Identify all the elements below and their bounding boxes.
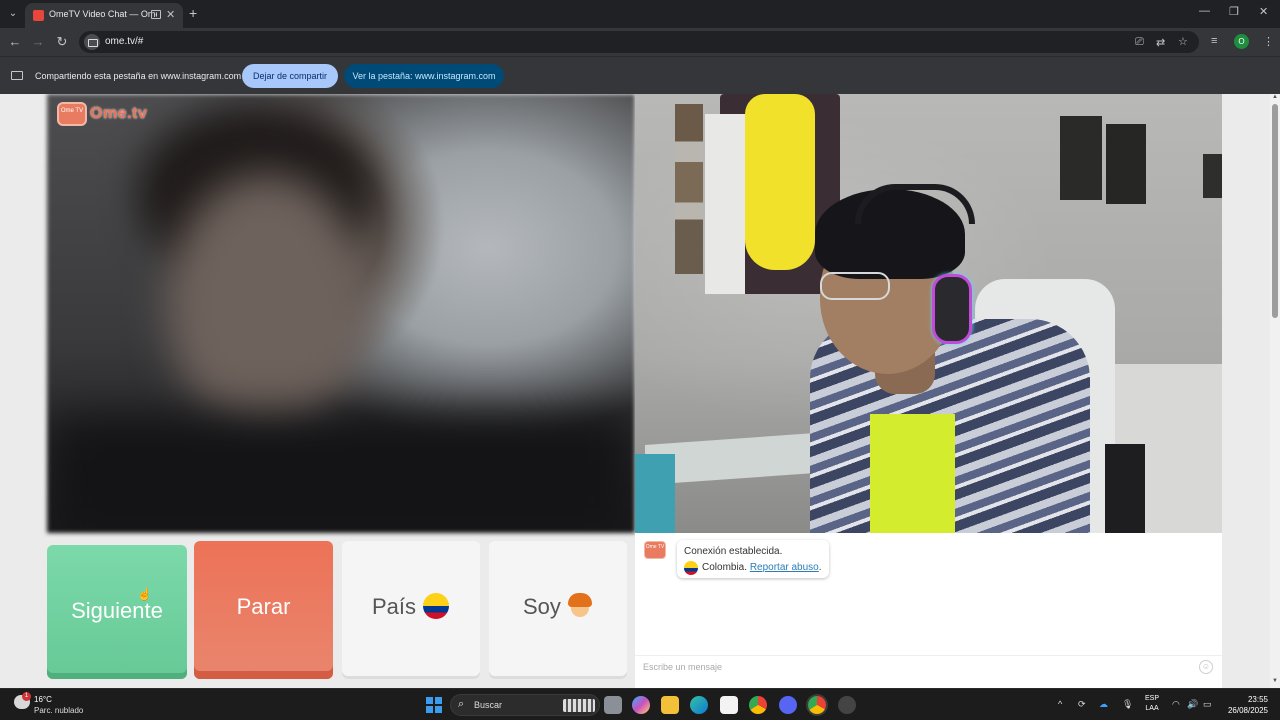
microphone-icon[interactable]: 🎙 <box>1122 699 1133 710</box>
browser-menu-icon[interactable]: ⋮ <box>1263 35 1274 48</box>
logo-wordmark: Ome.tv <box>90 105 148 122</box>
windows-taskbar: 1 16°C Parc. nublado ⌕ Buscar ^ ⟳ ☁ 🎙 ES… <box>0 688 1280 720</box>
message-input-area: ☺ <box>635 655 1222 678</box>
report-abuse-link[interactable]: Reportar abuso <box>750 562 819 573</box>
scrollbar-thumb[interactable] <box>1272 104 1278 318</box>
clock-time: 23:55 <box>1247 695 1268 704</box>
clock-date: 26/08/2025 <box>1227 706 1268 715</box>
profile-avatar[interactable]: O <box>1234 34 1249 49</box>
headphones <box>932 274 972 344</box>
stop-sharing-button[interactable]: Dejar de compartir <box>242 64 338 88</box>
chrome-icon[interactable] <box>749 696 767 714</box>
stranger-country: Colombia. <box>702 562 748 573</box>
microsoft-store-icon[interactable] <box>720 696 738 714</box>
scroll-down-icon[interactable]: ▼ <box>1272 678 1278 684</box>
gender-button-label: Soy <box>523 594 561 619</box>
media-controls-icon[interactable]: ≡ <box>1211 35 1217 47</box>
country-button[interactable]: País <box>342 541 480 679</box>
translate-icon[interactable]: ⇄ <box>1156 36 1165 49</box>
taskbar-search[interactable]: ⌕ Buscar <box>450 694 600 716</box>
sharing-message: Compartiendo esta pestaña en www.instagr… <box>35 71 242 81</box>
self-camera-video <box>635 94 1222 533</box>
scroll-up-icon[interactable]: ▲ <box>1272 94 1278 100</box>
search-highlight-icon <box>563 699 595 712</box>
tab-title: OmeTV Video Chat — Ome <box>49 9 157 19</box>
close-window-icon[interactable]: ✕ <box>1259 5 1268 18</box>
app-icon[interactable] <box>838 696 856 714</box>
ometv-favicon-icon <box>33 10 44 21</box>
copilot-icon[interactable] <box>632 696 650 714</box>
ometv-chat-avatar-icon: Ome TV <box>644 541 666 559</box>
system-message: Conexión establecida. Colombia. Reportar… <box>677 540 829 578</box>
browser-toolbar: ← → ↻ ome.tv/# ⎚ ⇄ ☆ ≡ O ⋮ <box>0 28 1280 56</box>
system-clock[interactable]: 23:55 26/08/2025 <box>1222 694 1268 716</box>
weather-temperature[interactable]: 16°C <box>34 695 52 704</box>
message-input[interactable] <box>635 656 1195 678</box>
forward-icon[interactable]: → <box>30 34 46 49</box>
site-info-icon[interactable] <box>84 34 100 50</box>
url-text[interactable]: ome.tv/# <box>105 36 143 47</box>
ometv-logo[interactable]: Ome TV Ome.tv <box>57 100 149 126</box>
view-shared-tab-button[interactable]: Ver la pestaña: www.instagram.com <box>344 64 504 88</box>
tab-close-icon[interactable]: ✕ <box>166 8 175 21</box>
start-windows-icon[interactable] <box>426 697 442 713</box>
task-view-icon[interactable] <box>604 696 622 714</box>
search-icon: ⌕ <box>458 698 465 710</box>
colombia-flag-icon <box>684 561 698 575</box>
browser-tab[interactable]: OmeTV Video Chat — Ome ✕ <box>25 3 183 28</box>
boy-face-icon <box>568 593 592 619</box>
bookmark-star-icon[interactable]: ☆ <box>1178 35 1188 48</box>
page-scrollbar[interactable]: ▲ ▼ <box>1270 94 1280 688</box>
maximize-icon[interactable]: ❐ <box>1229 5 1239 18</box>
next-button[interactable]: Siguiente <box>47 545 187 679</box>
colombia-flag-icon <box>423 593 449 619</box>
chrome-active-icon[interactable] <box>808 696 826 714</box>
next-button-label: Siguiente <box>71 598 163 623</box>
show-hidden-icons-icon[interactable]: ^ <box>1058 699 1062 709</box>
new-tab-icon[interactable]: + <box>189 5 197 21</box>
browser-tab-strip: ⌄ OmeTV Video Chat — Ome ✕ + — ❐ ✕ <box>0 0 1280 28</box>
mouse-cursor-icon: ☝ <box>137 587 152 601</box>
sync-icon[interactable]: ⟳ <box>1078 699 1086 710</box>
screen-share-icon <box>11 71 23 80</box>
gender-button[interactable]: Soy <box>489 541 627 679</box>
search-label: Buscar <box>474 700 503 710</box>
tab-sharing-icon <box>151 10 161 19</box>
file-explorer-icon[interactable] <box>661 696 679 714</box>
edge-icon[interactable] <box>690 696 708 714</box>
reload-icon[interactable]: ↻ <box>54 34 70 50</box>
country-button-label: País <box>372 594 417 619</box>
chat-panel: Ome TV Conexión establecida. Colombia. R… <box>635 533 1222 688</box>
onedrive-icon[interactable]: ☁ <box>1099 699 1108 710</box>
tab-sharing-infobar: Compartiendo esta pestaña en www.instagr… <box>0 56 1280 94</box>
ometv-page: Ome TV Ome.tv Siguiente Parar País Soy ☝… <box>0 94 1280 688</box>
tab-search-icon[interactable]: ⌄ <box>5 6 21 22</box>
connection-status: Conexión establecida. <box>684 546 783 557</box>
weather-badge: 1 <box>22 692 31 701</box>
battery-icon[interactable]: ▭ <box>1203 699 1212 710</box>
weather-description[interactable]: Parc. nublado <box>34 706 83 715</box>
volume-icon[interactable]: 🔊 <box>1187 699 1198 710</box>
back-icon[interactable]: ← <box>7 34 23 49</box>
wifi-icon[interactable]: ◠ <box>1172 699 1180 710</box>
stop-button[interactable]: Parar <box>194 541 333 679</box>
cast-icon[interactable]: ⎚ <box>1135 36 1144 49</box>
language-indicator[interactable]: ESP LAA <box>1145 694 1159 714</box>
tv-logo-icon: Ome TV <box>57 102 87 126</box>
address-bar[interactable]: ome.tv/# ⎚ ⇄ ☆ <box>79 31 1199 53</box>
stop-button-label: Parar <box>236 594 291 619</box>
emoji-picker-icon[interactable]: ☺ <box>1199 660 1213 674</box>
stranger-video <box>47 94 635 533</box>
discord-icon[interactable] <box>779 696 797 714</box>
minimize-icon[interactable]: — <box>1199 5 1210 17</box>
